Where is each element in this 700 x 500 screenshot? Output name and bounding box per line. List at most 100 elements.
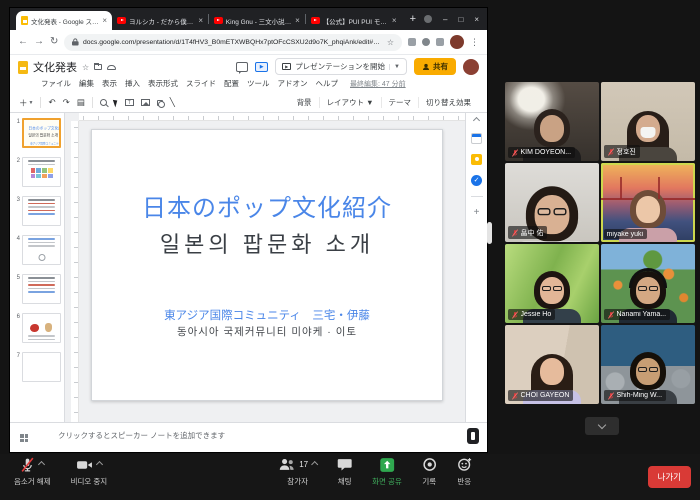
new-slide-button[interactable]: ＋▼ bbox=[19, 97, 33, 109]
background-button[interactable]: 背景 bbox=[290, 97, 319, 108]
participant-video[interactable]: 畠中 佑 bbox=[505, 163, 599, 242]
chat-button[interactable]: 채팅 bbox=[327, 457, 362, 487]
google-tasks-icon[interactable]: ✓ bbox=[471, 175, 482, 186]
slide-thumbnail-5[interactable] bbox=[22, 274, 61, 304]
slide-thumbnail-7[interactable] bbox=[22, 352, 61, 382]
participant-video[interactable]: Nanami Yama... bbox=[601, 244, 695, 323]
tab-youtube-1[interactable]: ヨルシカ - だから僕は音楽を辞めた × bbox=[112, 11, 208, 30]
tab-title: 【公式】PUI PUI モルカー 第1話 bbox=[323, 16, 389, 26]
tab-slides[interactable]: 文化発表 - Google スライド × bbox=[16, 11, 112, 30]
menu-tools[interactable]: ツール bbox=[247, 78, 270, 89]
participant-video[interactable]: CHOI GAYEON bbox=[505, 325, 599, 404]
slide-credit-japanese[interactable]: 東アジア国際コミュニティ 三宅・伊藤 bbox=[92, 307, 442, 323]
google-keep-icon[interactable] bbox=[471, 154, 482, 165]
layout-button[interactable]: レイアウト▼ bbox=[319, 97, 381, 108]
slide-thumbnail-1[interactable]: 日本のポップ文化紹介 일본의 팝문화 소개 東アジア国際コミュニティ 三宅・伊藤 bbox=[22, 118, 61, 148]
slide-credit-korean[interactable]: 동아시아 국제커뮤니티 미야케 · 이토 bbox=[92, 324, 442, 339]
video-options-caret[interactable] bbox=[96, 461, 103, 468]
menu-format[interactable]: 表示形式 bbox=[148, 78, 178, 89]
tab-youtube-2[interactable]: King Gnu - 三文小説 - YouTube × bbox=[209, 11, 305, 30]
more-participants-button[interactable] bbox=[585, 417, 619, 435]
leave-button[interactable]: 나가기 bbox=[648, 466, 691, 488]
print-icon[interactable]: ▤ bbox=[77, 97, 85, 108]
slide-thumbnail-6[interactable] bbox=[22, 313, 61, 343]
start-presentation-button[interactable]: ▶ プレゼンテーションを開始 ▼ bbox=[275, 58, 407, 75]
text-box-icon[interactable]: T bbox=[125, 99, 134, 106]
participant-video[interactable]: Shih-Ming W... bbox=[601, 325, 695, 404]
share-button[interactable]: 共有 bbox=[414, 58, 456, 75]
menu-view[interactable]: 表示 bbox=[102, 78, 117, 89]
extension-icon[interactable] bbox=[422, 38, 430, 46]
current-slide[interactable]: 日本のポップ文化紹介 일본의 팝문화 소개 東アジア国際コミュニティ 三宅・伊藤… bbox=[91, 129, 443, 401]
record-button[interactable]: 기록 bbox=[412, 457, 447, 487]
tab-youtube-3[interactable]: 【公式】PUI PUI モルカー 第1話 × bbox=[306, 11, 402, 30]
menu-edit[interactable]: 編集 bbox=[79, 78, 94, 89]
participant-video[interactable]: 정호진 bbox=[601, 82, 695, 161]
refresh-icon[interactable]: ↻ bbox=[50, 37, 58, 47]
slide-thumbnail-4[interactable] bbox=[22, 235, 61, 265]
menu-insert[interactable]: 挿入 bbox=[125, 78, 140, 89]
explore-tool-icon[interactable] bbox=[467, 428, 479, 444]
menu-file[interactable]: ファイル bbox=[41, 78, 71, 89]
grid-view-icon[interactable] bbox=[20, 434, 28, 442]
participant-video[interactable]: miyake yuki bbox=[601, 163, 695, 242]
reactions-button[interactable]: 반응 bbox=[447, 457, 482, 487]
menu-arrange[interactable]: 配置 bbox=[224, 78, 239, 89]
speaker-notes-placeholder[interactable]: クリックするとスピーカー ノートを追加できます bbox=[58, 428, 225, 441]
browser-menu-icon[interactable]: ⋮ bbox=[470, 37, 479, 48]
insert-image-icon[interactable] bbox=[141, 99, 150, 106]
back-icon[interactable]: ← bbox=[18, 37, 28, 47]
last-edit-link[interactable]: 最終編集: 47 分前 bbox=[350, 79, 406, 89]
new-tab-button[interactable]: + bbox=[410, 13, 416, 25]
mic-options-caret[interactable] bbox=[38, 461, 45, 468]
add-addon-icon[interactable]: + bbox=[474, 207, 480, 218]
insert-shape-icon[interactable] bbox=[157, 100, 163, 106]
slide-thumbnail-3[interactable] bbox=[22, 196, 61, 226]
participant-video[interactable]: KIM DOYEON... bbox=[505, 82, 599, 161]
tab-close-icon[interactable]: × bbox=[102, 16, 107, 25]
panel-resize-handle[interactable] bbox=[487, 222, 492, 244]
tab-close-icon[interactable]: × bbox=[198, 16, 203, 25]
participants-button[interactable]: 17 참가자 bbox=[268, 457, 327, 487]
window-maximize-button[interactable]: □ bbox=[458, 15, 463, 24]
transition-button[interactable]: 切り替え効果 bbox=[418, 97, 478, 108]
slide-title-korean[interactable]: 일본의 팝문화 소개 bbox=[92, 227, 442, 259]
browser-profile-icon[interactable] bbox=[424, 15, 432, 23]
window-close-button[interactable]: × bbox=[474, 15, 479, 24]
comment-history-icon[interactable] bbox=[236, 62, 248, 72]
present-options-caret[interactable]: ▼ bbox=[389, 64, 400, 70]
tab-close-icon[interactable]: × bbox=[295, 16, 300, 25]
slide-title-japanese[interactable]: 日本のポップ文化紹介 bbox=[92, 188, 442, 223]
extension-icon[interactable] bbox=[408, 38, 416, 46]
star-document-icon[interactable]: ☆ bbox=[82, 63, 89, 72]
tab-close-icon[interactable]: × bbox=[392, 16, 397, 25]
account-avatar[interactable] bbox=[463, 59, 479, 75]
undo-icon[interactable]: ↶ bbox=[48, 97, 55, 108]
url-input[interactable]: docs.google.com/presentation/d/1T4fHV3_B… bbox=[64, 34, 402, 51]
stop-video-button[interactable]: 비디오 중지 bbox=[61, 457, 118, 487]
participant-video[interactable]: Jessie Ho bbox=[505, 244, 599, 323]
menu-help[interactable]: ヘルプ bbox=[316, 78, 339, 89]
redo-icon[interactable]: ↷ bbox=[63, 97, 70, 108]
google-slides-logo[interactable] bbox=[18, 61, 28, 74]
move-folder-icon[interactable] bbox=[94, 64, 102, 70]
menu-slide[interactable]: スライド bbox=[186, 78, 216, 89]
document-title[interactable]: 文化発表 bbox=[33, 59, 77, 75]
select-cursor-icon[interactable] bbox=[113, 98, 119, 107]
share-screen-button[interactable]: 화면 공유 bbox=[362, 457, 412, 487]
browser-avatar[interactable] bbox=[450, 35, 464, 49]
google-calendar-icon[interactable] bbox=[471, 133, 482, 144]
unmute-button[interactable]: 음소거 해제 bbox=[4, 457, 61, 487]
forward-icon[interactable]: → bbox=[34, 37, 44, 47]
collapse-panel-icon[interactable] bbox=[473, 117, 480, 124]
present-display-icon[interactable]: ▶ bbox=[255, 62, 268, 72]
insert-line-icon[interactable]: ╲ bbox=[170, 97, 175, 108]
zoom-tool-icon[interactable] bbox=[100, 99, 107, 106]
window-minimize-button[interactable]: – bbox=[443, 15, 447, 24]
extension-icon[interactable] bbox=[436, 38, 444, 46]
bookmark-star-icon[interactable]: ☆ bbox=[387, 38, 394, 47]
participants-options-caret[interactable] bbox=[311, 461, 318, 468]
menu-addons[interactable]: アドオン bbox=[278, 78, 308, 89]
slide-thumbnail-2[interactable] bbox=[22, 157, 61, 187]
theme-button[interactable]: テーマ bbox=[381, 97, 419, 108]
